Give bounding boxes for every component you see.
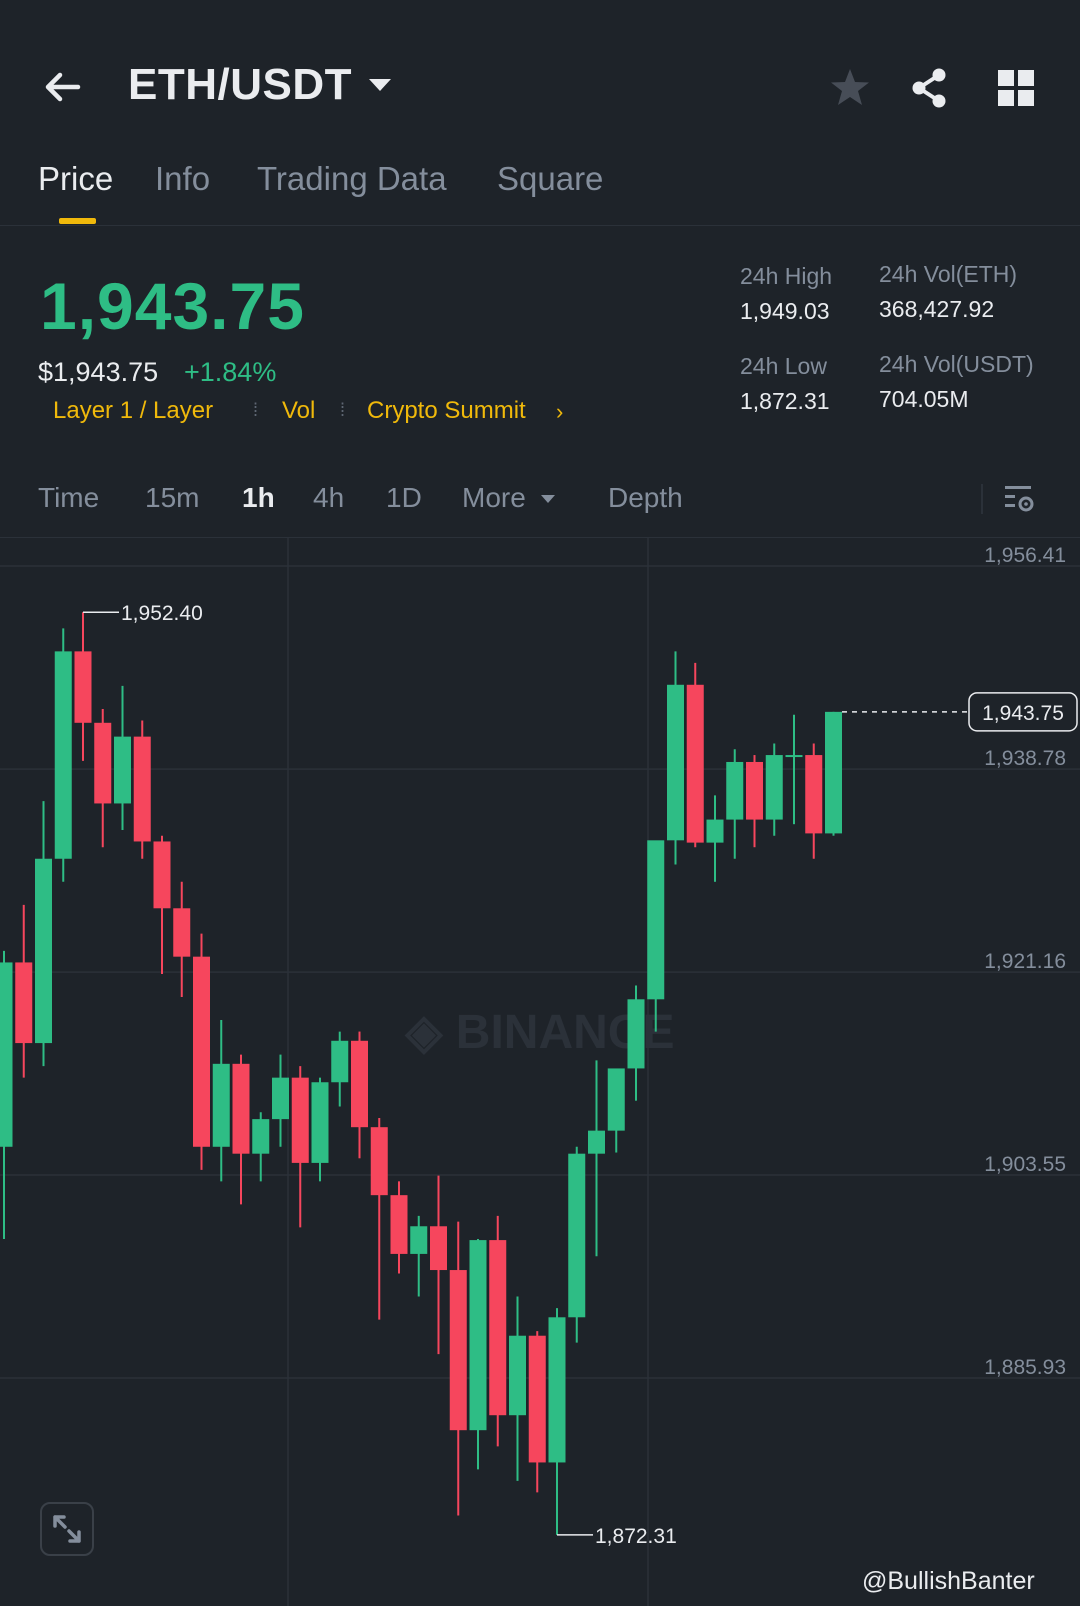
interval-1d[interactable]: 1D [386,482,422,514]
top-bar: ETH/USDT [0,0,1080,140]
current-price-label: 1,943.75 [982,702,1064,725]
divider [0,225,1080,226]
candle-down [94,722,112,804]
candle-up [765,755,783,820]
interval-time[interactable]: Time [38,482,99,514]
candle-up [252,1119,270,1154]
candlestick-chart[interactable]: 1,956.41 1,938.78 1,921.16 1,903.55 1,885.93… [0,538,1080,1606]
vol-eth-value: 368,427.92 [879,296,995,322]
candle-up [35,858,52,1044]
candle-up [469,1240,487,1431]
candle-down [805,755,823,834]
candle-up [785,755,803,758]
candle-down [15,962,33,1044]
interval-15m[interactable]: 15m [145,482,199,514]
candle-up [726,761,744,820]
grid-menu-icon[interactable] [994,66,1038,110]
candle-up [311,1082,329,1163]
candle-down [449,1270,467,1431]
credit-watermark: @BullishBanter [862,1567,1035,1595]
star-icon[interactable] [826,64,874,112]
high-label: 24h High [740,263,833,289]
tag-separator: ⁞ [340,400,346,420]
candle-down [686,684,704,843]
candle-up [54,651,72,859]
chart-settings-icon[interactable] [1002,480,1038,516]
active-tab-indicator [59,218,96,224]
low-label: 24h Low [740,353,827,379]
price-change-percent: +1.84% [184,357,277,387]
vol-eth-label: 24h Vol(ETH) [879,261,1018,287]
candle-up [548,1317,566,1463]
candle-down [489,1240,507,1416]
low-marker-label: 1,872.31 [595,1525,677,1548]
candle-down [351,1040,368,1128]
back-arrow-icon[interactable] [38,62,88,112]
candle-up [667,684,684,841]
candle-up [627,999,645,1069]
candle-down [232,1063,250,1154]
y-tick-label: 1,938.78 [984,747,1066,770]
tab-square[interactable]: Square [497,160,603,198]
candle-up [568,1153,586,1318]
candle-up [0,962,13,1147]
toolbar-divider [981,484,983,514]
caret-down-icon[interactable] [540,492,556,504]
tag-crypto-summit[interactable]: Crypto Summit [367,397,526,425]
candle-down [528,1335,546,1463]
candle-down [291,1077,309,1163]
candle-up [331,1040,349,1083]
candle-down [153,841,171,909]
y-tick-label: 1,885.93 [984,1356,1066,1379]
high-value: 1,949.03 [740,298,830,324]
candle-down [430,1226,447,1271]
candle-down [390,1195,408,1254]
candle-up [825,711,842,834]
candle-up [647,840,665,1000]
pair-title[interactable]: ETH/USDT [128,60,352,110]
y-tick-label: 1,956.41 [984,544,1066,567]
candle-down [173,908,191,957]
candle-up [588,1130,605,1154]
candle-up [114,736,131,804]
share-icon[interactable] [906,64,954,112]
y-tick-label: 1,921.16 [984,950,1066,973]
candle-up [272,1077,289,1120]
candle-down [746,761,763,820]
interval-1h[interactable]: 1h [242,482,275,514]
candle-down [370,1127,388,1196]
usd-price: $1,943.75 [38,357,159,387]
tab-info[interactable]: Info [155,160,210,198]
last-price: 1,943.75 [40,269,305,343]
vol-usdt-label: 24h Vol(USDT) [879,351,1034,377]
interval-depth[interactable]: Depth [608,482,683,514]
interval-4h[interactable]: 4h [313,482,344,514]
candle-up [706,819,724,843]
tab-price[interactable]: Price [38,160,113,198]
vol-usdt-value: 704.05M [879,386,969,412]
candle-up [212,1063,230,1147]
tag-separator: ⁞ [253,400,259,420]
candle-up [509,1335,526,1416]
interval-more[interactable]: More [462,482,526,514]
low-value: 1,872.31 [740,388,830,414]
tag-layer1[interactable]: Layer 1 / Layer [53,397,213,425]
tag-vol[interactable]: Vol [282,397,315,425]
candle-down [74,651,92,723]
chevron-right-icon[interactable]: › [556,399,563,425]
candle-up [607,1068,625,1131]
high-marker-label: 1,952.40 [121,602,203,625]
candle-down [193,956,210,1147]
y-tick-label: 1,903.55 [984,1153,1066,1176]
candle-down [133,736,151,842]
expand-icon[interactable] [40,1502,94,1556]
candle-up [410,1226,428,1254]
tab-trading-data[interactable]: Trading Data [257,160,447,198]
caret-down-icon[interactable] [366,75,394,95]
